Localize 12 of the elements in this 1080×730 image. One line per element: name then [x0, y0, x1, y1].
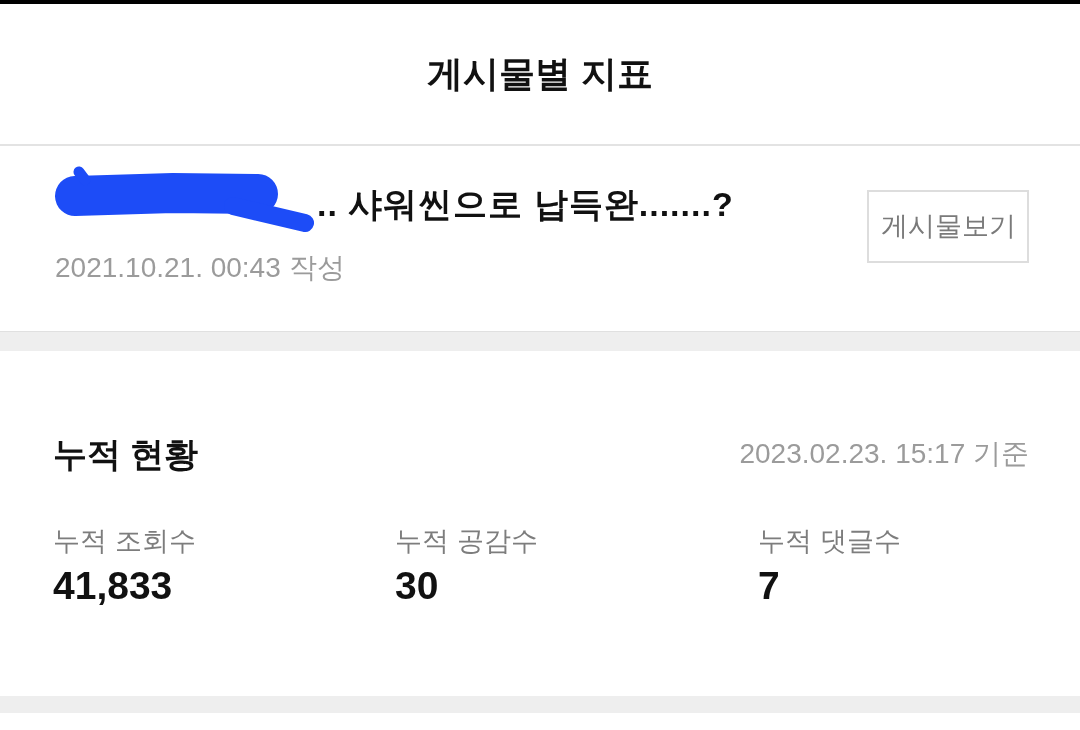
stat-value: 30 — [395, 563, 439, 609]
view-post-button[interactable]: 게시물보기 — [867, 190, 1029, 263]
stat-value: 7 — [758, 563, 780, 609]
post-title: .. 샤워씬으로 납득완.......? — [317, 183, 734, 225]
page-title: 게시물별 지표 — [427, 52, 653, 96]
stat-label: 누적 조회수 — [53, 525, 196, 558]
stat-label: 누적 댓글수 — [758, 525, 901, 558]
section-title: 누적 현황 — [53, 434, 199, 475]
stat-label: 누적 공감수 — [395, 525, 538, 558]
as-of-timestamp: 2023.02.23. 15:17 기준 — [739, 437, 1029, 471]
stat-value: 41,833 — [53, 563, 173, 609]
post-date: 2021.10.21. 00:43 작성 — [55, 250, 345, 285]
